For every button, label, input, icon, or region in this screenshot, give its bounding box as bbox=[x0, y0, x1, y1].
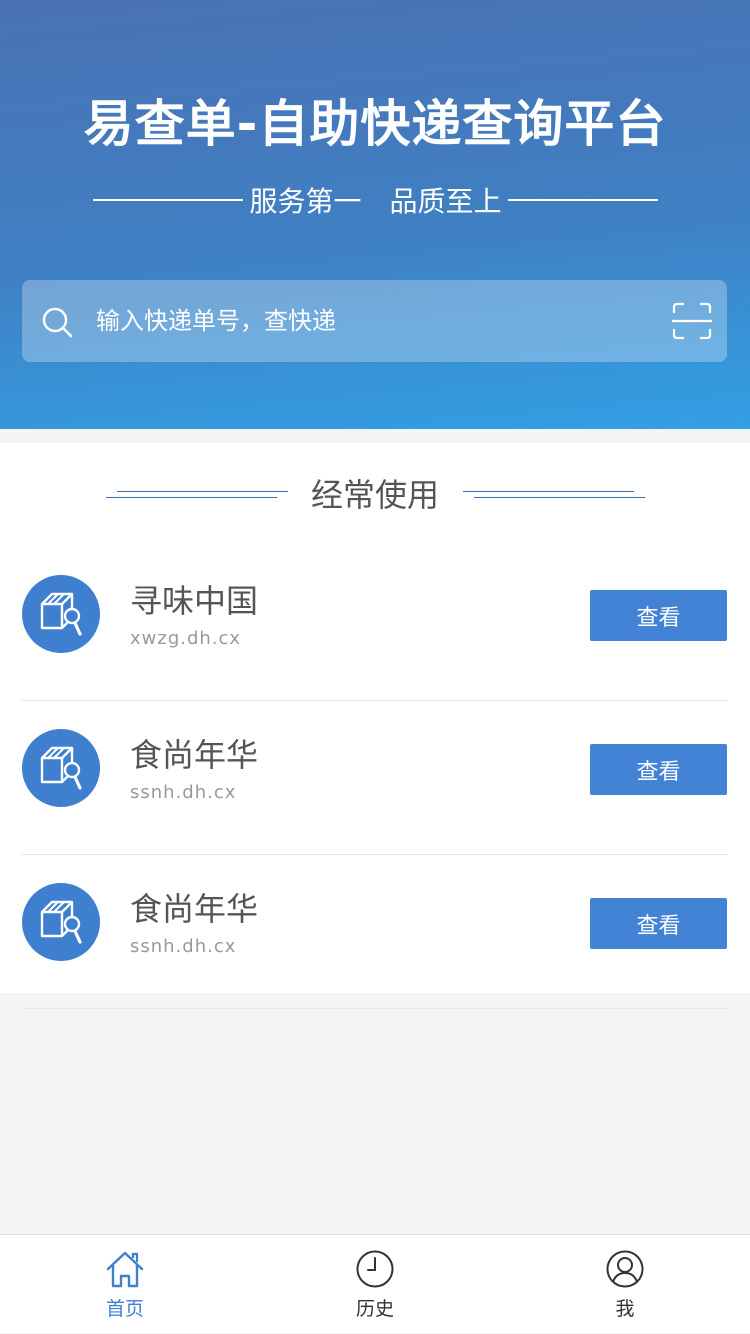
list-item[interactable]: 食尚年华 ssnh.dh.cx 查看 bbox=[0, 701, 750, 855]
tab-label: 首页 bbox=[105, 1298, 144, 1320]
search-icon bbox=[42, 307, 73, 338]
home-icon bbox=[106, 1251, 144, 1288]
page-title: 易查单-自助快递查询平台 bbox=[83, 95, 667, 153]
tagline-text: 服务第一 品质至上 bbox=[243, 180, 507, 220]
tab-label: 历史 bbox=[355, 1298, 394, 1320]
item-domain: ssnh.dh.cx bbox=[130, 782, 237, 803]
tagline-right: 品质至上 bbox=[389, 185, 502, 218]
clock-icon bbox=[356, 1250, 394, 1288]
section-title-deco-right bbox=[463, 491, 645, 499]
search-bar[interactable]: 输入快递单号，查快递 bbox=[22, 280, 727, 362]
tab-history[interactable]: 历史 bbox=[250, 1235, 500, 1334]
user-icon bbox=[606, 1250, 644, 1288]
tagline-divider-right bbox=[507, 199, 658, 201]
view-button[interactable]: 查看 bbox=[590, 590, 727, 641]
item-name: 食尚年华 bbox=[130, 890, 259, 928]
tagline-divider-left bbox=[93, 199, 244, 201]
tab-home[interactable]: 首页 bbox=[0, 1235, 250, 1334]
package-search-icon bbox=[22, 883, 100, 961]
hero-banner: 易查单-自助快递查询平台 服务第一 品质至上 输入快递单号，查快递 bbox=[0, 0, 750, 429]
view-button[interactable]: 查看 bbox=[590, 898, 727, 949]
tab-label: 我 bbox=[615, 1298, 635, 1320]
item-name: 食尚年华 bbox=[130, 736, 259, 774]
item-domain: xwzg.dh.cx bbox=[130, 628, 242, 649]
package-search-icon bbox=[22, 729, 100, 807]
item-name: 寻味中国 bbox=[130, 582, 259, 620]
tagline-left: 服务第一 bbox=[249, 185, 362, 218]
hero-tagline: 服务第一 品质至上 bbox=[93, 180, 658, 220]
item-domain: ssnh.dh.cx bbox=[130, 936, 237, 957]
frequent-use-card: 经常使用 寻味中国 xwzg.dh.cx 查看 食尚年华 ssnh.dh.cx … bbox=[0, 443, 750, 1009]
search-input[interactable]: 输入快递单号，查快递 bbox=[96, 304, 336, 338]
tab-profile[interactable]: 我 bbox=[500, 1235, 750, 1334]
bottom-tab-bar: 首页 历史 我 bbox=[0, 1234, 750, 1333]
list-item[interactable]: 食尚年华 ssnh.dh.cx 查看 bbox=[0, 855, 750, 1009]
package-search-icon bbox=[22, 575, 100, 653]
list-item[interactable]: 寻味中国 xwzg.dh.cx 查看 bbox=[0, 547, 750, 701]
view-button[interactable]: 查看 bbox=[590, 744, 727, 795]
row-divider bbox=[22, 1008, 728, 1009]
scan-icon[interactable] bbox=[672, 302, 712, 340]
